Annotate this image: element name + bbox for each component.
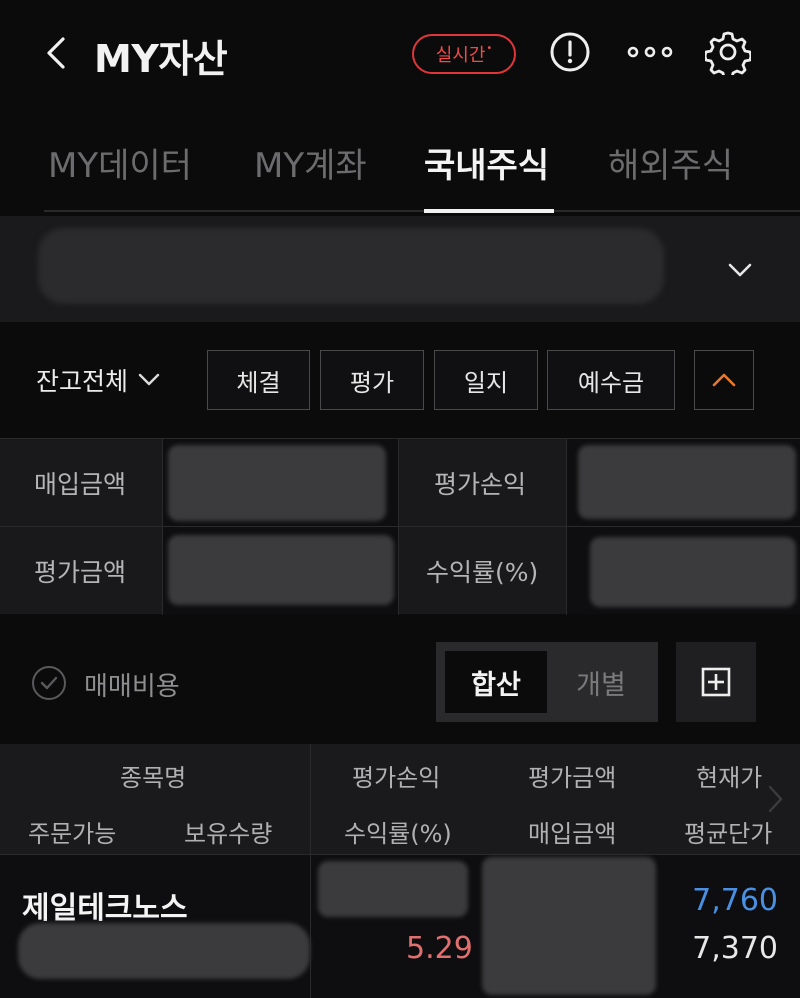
- purchase-amount-label: 매입금액: [0, 439, 162, 526]
- chevron-down-icon: [728, 263, 752, 277]
- combined-option[interactable]: 합산: [445, 651, 547, 713]
- grid-divider: [566, 439, 567, 615]
- evaluation-button[interactable]: 평가: [320, 350, 424, 410]
- redacted-account: [38, 228, 664, 304]
- cost-checkbox[interactable]: [32, 666, 66, 700]
- chevron-left-icon: [47, 37, 65, 69]
- eval-amount-label: 평가금액: [0, 527, 162, 614]
- live-dot: •: [486, 42, 493, 54]
- tab-divider: [44, 210, 800, 212]
- journal-button[interactable]: 일지: [434, 350, 538, 410]
- column-divider: [310, 855, 311, 998]
- table-row[interactable]: 제일테크노스 5.29 7,760 7,370: [0, 854, 800, 998]
- active-tab-indicator: [424, 209, 554, 213]
- column-divider: [310, 744, 311, 854]
- grid-divider: [398, 439, 399, 615]
- individual-option[interactable]: 개별: [553, 651, 649, 713]
- header-current-price: 현재가: [696, 764, 763, 792]
- balance-dropdown-label: 잔고전체: [36, 367, 129, 396]
- gear-icon: [705, 31, 751, 75]
- stock-name[interactable]: 제일테크노스: [22, 883, 188, 927]
- live-badge[interactable]: 실시간 •: [412, 34, 516, 74]
- chevron-down-icon: [138, 373, 160, 386]
- header-eval-amount: 평가금액: [528, 764, 617, 792]
- back-button[interactable]: [36, 30, 76, 76]
- table-header: 종목명 평가손익 평가금액 현재가 주문가능 보유수량 수익률(%) 매입금액 …: [0, 744, 800, 854]
- more-button[interactable]: [626, 28, 674, 76]
- filter-row: 잔고전체 체결 평가 일지 예수금: [0, 346, 800, 414]
- grid-divider: [162, 439, 163, 615]
- add-column-button[interactable]: [676, 642, 756, 722]
- cost-row: 매매비용 합산 개별: [0, 640, 800, 724]
- return-rate-label: 수익률(%): [398, 527, 566, 614]
- chevron-right-icon[interactable]: [766, 784, 784, 814]
- redacted-value: [168, 445, 386, 521]
- redacted-value: [590, 537, 796, 607]
- check-icon: [40, 676, 58, 690]
- header-purchase-amount: 매입금액: [528, 820, 617, 848]
- info-button[interactable]: [546, 28, 594, 76]
- tab-my-data[interactable]: MY데이터: [48, 138, 192, 187]
- more-dots-icon: [627, 46, 673, 58]
- tab-bar: MY데이터 MY계좌 국내주식 해외주식: [0, 118, 800, 214]
- summary-grid: 매입금액 평가손익 평가금액 수익률(%): [0, 438, 800, 615]
- redacted-value: [482, 857, 656, 995]
- tab-domestic-stocks[interactable]: 국내주식: [424, 138, 549, 187]
- return-rate: 5.29: [406, 931, 473, 966]
- header-eval-pl: 평가손익: [352, 764, 441, 792]
- chevron-up-icon: [712, 373, 736, 387]
- avg-price: 7,370: [692, 931, 778, 966]
- settings-button[interactable]: [704, 28, 752, 76]
- tab-my-account[interactable]: MY계좌: [254, 138, 367, 187]
- balance-dropdown[interactable]: 잔고전체: [36, 362, 160, 398]
- collapse-button[interactable]: [694, 350, 754, 410]
- header-return-rate: 수익률(%): [344, 820, 452, 848]
- page-title: MY자산: [94, 37, 228, 81]
- grid-divider: [0, 526, 800, 527]
- header-orderable: 주문가능: [28, 820, 117, 848]
- redacted-value: [318, 861, 468, 917]
- tab-overseas-stocks[interactable]: 해외주식: [608, 138, 733, 187]
- account-selector[interactable]: [0, 216, 800, 322]
- deposit-button[interactable]: 예수금: [547, 350, 675, 410]
- eval-pl-label: 평가손익: [398, 439, 566, 526]
- app-header: MY자산 실시간 •: [0, 0, 800, 108]
- current-price: 7,760: [692, 883, 778, 918]
- redacted-value: [18, 923, 310, 979]
- header-avg-price: 평균단가: [684, 820, 773, 848]
- redacted-value: [578, 445, 796, 519]
- plus-square-icon: [701, 667, 731, 697]
- header-holding-qty: 보유수량: [184, 820, 273, 848]
- alert-circle-icon: [550, 32, 590, 72]
- redacted-value: [168, 535, 394, 605]
- executions-button[interactable]: 체결: [207, 350, 310, 410]
- live-badge-label: 실시간: [435, 45, 486, 66]
- cost-label: 매매비용: [84, 672, 180, 702]
- header-stock-name: 종목명: [120, 764, 187, 792]
